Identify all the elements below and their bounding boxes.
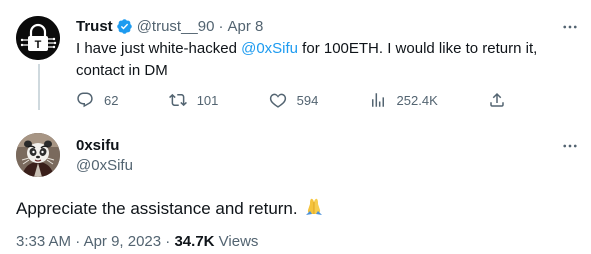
views-button[interactable]: 252.4K bbox=[369, 91, 438, 109]
thread-connector-line bbox=[38, 64, 40, 110]
avatar-0xsifu[interactable] bbox=[16, 133, 60, 177]
verified-badge-icon bbox=[116, 18, 133, 35]
tweet-date[interactable]: Apr 9, 2023 bbox=[84, 233, 162, 250]
reply-icon bbox=[77, 92, 93, 108]
retweet-button[interactable]: 101 bbox=[168, 91, 219, 109]
tweet-text: Appreciate the assistance and return. bbox=[16, 198, 298, 218]
share-button[interactable] bbox=[488, 91, 506, 109]
trust-logo-icon: T bbox=[16, 16, 60, 60]
mention-link[interactable]: @0xSifu bbox=[241, 40, 298, 57]
retweet-icon bbox=[168, 93, 187, 107]
tweet2-meta: 3:33 AM · Apr 9, 2023 · 34.7K Views bbox=[16, 233, 258, 250]
heart-icon bbox=[269, 93, 286, 108]
more-dots-icon[interactable] bbox=[561, 137, 579, 155]
author-handle[interactable]: @0xSifu bbox=[76, 157, 133, 174]
views-count[interactable]: 34.7K bbox=[174, 233, 214, 250]
tweet2-text: Appreciate the assistance and return. bbox=[16, 196, 324, 221]
like-button[interactable]: 594 bbox=[269, 91, 319, 109]
tweet-time[interactable]: 3:33 AM bbox=[16, 233, 71, 250]
tweet-date[interactable]: Apr 8 bbox=[227, 18, 263, 35]
views-label: Views bbox=[218, 233, 259, 250]
panda-avatar-icon bbox=[16, 133, 60, 177]
author-handle[interactable]: @trust__90 bbox=[137, 18, 215, 35]
reply-button[interactable]: 62 bbox=[76, 91, 118, 109]
avatar-trust[interactable]: T bbox=[16, 16, 60, 60]
tweet1-actions: 62 101 594 252.4K bbox=[76, 90, 506, 110]
share-icon bbox=[490, 92, 504, 107]
author-name[interactable]: 0xsifu bbox=[76, 137, 119, 154]
svg-text:T: T bbox=[35, 39, 42, 51]
views-count: 252.4K bbox=[396, 92, 438, 108]
like-count: 594 bbox=[296, 92, 319, 108]
separator-dot: · bbox=[75, 233, 84, 250]
retweet-count: 101 bbox=[196, 92, 219, 108]
separator-dot: · bbox=[218, 17, 224, 35]
folded-hands-emoji bbox=[304, 196, 324, 221]
views-bar-chart-icon bbox=[371, 93, 384, 107]
tweet-text-part: I have just white-hacked bbox=[76, 40, 242, 57]
more-dots-icon[interactable] bbox=[561, 18, 579, 36]
tweet1-header: Trust @trust__90 · Apr 8 bbox=[76, 16, 263, 36]
tweet1-text: I have just white-hacked @0xSifu for 100… bbox=[76, 38, 581, 82]
reply-count: 62 bbox=[104, 92, 119, 108]
author-name[interactable]: Trust bbox=[76, 18, 113, 35]
